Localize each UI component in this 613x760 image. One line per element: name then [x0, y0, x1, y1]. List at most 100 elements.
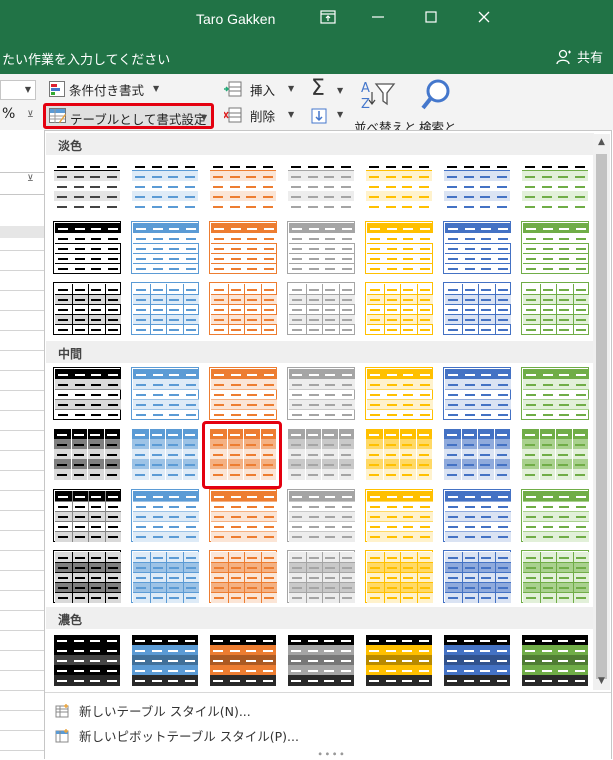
table-style-med2-gold[interactable] [365, 428, 433, 481]
person-icon [556, 49, 571, 64]
maximize-icon[interactable] [419, 8, 443, 32]
table-style-light2-gold[interactable] [365, 221, 433, 274]
table-style-light2-orange[interactable] [209, 221, 277, 274]
table-style-med4-navy[interactable] [443, 550, 511, 603]
section-header-medium: 中間 [46, 341, 594, 363]
table-style-light1-gray[interactable] [287, 160, 355, 213]
table-style-light3-orange[interactable] [209, 282, 277, 335]
number-dialog-launcher-icon[interactable]: ⊻ [27, 110, 34, 120]
sort-filter-button[interactable]: AZ 並べ替えと [354, 78, 417, 135]
table-style-dark1-black[interactable] [53, 634, 121, 687]
table-style-med2-black[interactable] [53, 428, 121, 481]
table-format-icon [49, 108, 66, 123]
table-style-med3-navy[interactable] [443, 489, 511, 542]
fill-button[interactable]: ▼ [311, 108, 343, 128]
table-style-med1-orange[interactable] [209, 367, 277, 420]
scroll-down-icon[interactable]: ▼ [593, 673, 610, 690]
table-style-light3-navy[interactable] [443, 282, 511, 335]
sheet-row-line [0, 490, 44, 491]
table-style-med2-orange[interactable] [209, 428, 277, 481]
sheet-row-line [0, 590, 44, 591]
table-style-med1-blue[interactable] [131, 367, 199, 420]
table-style-light1-navy[interactable] [443, 160, 511, 213]
share-button[interactable]: 共有 [556, 47, 603, 66]
table-style-med4-green[interactable] [521, 550, 589, 603]
sheet-row-line [0, 710, 44, 711]
table-style-med1-navy[interactable] [443, 367, 511, 420]
sheet-row-line [0, 270, 44, 271]
table-style-med3-black[interactable] [53, 489, 121, 542]
ribbon-display-icon[interactable] [316, 8, 340, 32]
find-select-button[interactable]: 検索と [416, 78, 458, 135]
table-style-light1-black[interactable] [53, 160, 121, 213]
scroll-thumb[interactable] [596, 154, 607, 679]
sheet-row-line [0, 310, 44, 311]
scroll-up-icon[interactable]: ▲ [593, 134, 610, 151]
sheet-row-line [0, 550, 44, 551]
gallery-scrollbar[interactable]: ▲ ▼ [593, 134, 610, 690]
insert-icon [224, 81, 242, 97]
number-format-dropdown[interactable]: ▼ [0, 80, 36, 100]
table-style-med1-gold[interactable] [365, 367, 433, 420]
table-style-gallery: 淡色 中間 濃色 [44, 130, 612, 759]
table-style-med4-black[interactable] [53, 550, 121, 603]
table-style-light1-gold[interactable] [365, 160, 433, 213]
table-style-med3-gray[interactable] [287, 489, 355, 542]
table-style-light1-green[interactable] [521, 160, 589, 213]
styles-dialog-launcher-icon[interactable]: ⊻ [27, 174, 34, 184]
sheet-row-line [0, 250, 44, 251]
table-style-light3-gray[interactable] [287, 282, 355, 335]
table-style-med2-gray[interactable] [287, 428, 355, 481]
table-style-dark1-gray[interactable] [287, 634, 355, 687]
table-style-light1-orange[interactable] [209, 160, 277, 213]
format-as-table-button[interactable]: テーブルとして書式設定 ▼ [43, 103, 214, 129]
table-style-light2-black[interactable] [53, 221, 121, 274]
table-style-med4-gold[interactable] [365, 550, 433, 603]
close-icon[interactable] [472, 8, 496, 32]
sheet-row-line [0, 470, 44, 471]
minimize-icon[interactable] [366, 8, 390, 32]
table-style-light3-black[interactable] [53, 282, 121, 335]
table-style-light3-blue[interactable] [131, 282, 199, 335]
table-style-dark1-gold[interactable] [365, 634, 433, 687]
table-style-light2-gray[interactable] [287, 221, 355, 274]
new-table-style-menu-item[interactable]: 新しいテーブル スタイル(N)... [55, 701, 251, 720]
table-style-light3-green[interactable] [521, 282, 589, 335]
tell-me-input[interactable]: たい作業を入力してください [2, 49, 170, 68]
tell-me-bar: たい作業を入力してください 共有 [0, 40, 613, 74]
table-style-med4-orange[interactable] [209, 550, 277, 603]
worksheet-fragment: ⊻ [0, 130, 44, 760]
table-style-dark1-orange[interactable] [209, 634, 277, 687]
table-style-med3-green[interactable] [521, 489, 589, 542]
sigma-icon: Σ [311, 76, 325, 101]
table-style-med3-orange[interactable] [209, 489, 277, 542]
sheet-row-line [0, 350, 44, 351]
table-style-med1-gray[interactable] [287, 367, 355, 420]
table-style-med1-green[interactable] [521, 367, 589, 420]
new-pivot-style-menu-item[interactable]: 新しいピボットテーブル スタイル(P)... [55, 726, 299, 745]
table-style-light2-blue[interactable] [131, 221, 199, 274]
table-style-med2-navy[interactable] [443, 428, 511, 481]
table-style-med3-gold[interactable] [365, 489, 433, 542]
table-style-light3-gold[interactable] [365, 282, 433, 335]
table-style-light2-navy[interactable] [443, 221, 511, 274]
table-style-dark1-green[interactable] [521, 634, 589, 687]
percent-button[interactable]: % [2, 106, 15, 122]
gallery-footer: 新しいテーブル スタイル(N)... 新しいピボットテーブル スタイル(P)..… [45, 692, 611, 760]
table-style-dark1-navy[interactable] [443, 634, 511, 687]
table-style-med2-blue[interactable] [131, 428, 199, 481]
svg-text:Z: Z [361, 97, 370, 112]
magnifier-icon [421, 79, 450, 110]
table-style-light2-green[interactable] [521, 221, 589, 274]
sort-filter-icon: AZ [361, 81, 396, 112]
window-title: Taro Gakken [196, 11, 276, 27]
table-style-med4-blue[interactable] [131, 550, 199, 603]
resize-grip-icon[interactable]: ∙∙∙∙ [317, 749, 346, 760]
table-style-med4-gray[interactable] [287, 550, 355, 603]
table-style-med2-green[interactable] [521, 428, 589, 481]
table-style-dark1-blue[interactable] [131, 634, 199, 687]
table-style-light1-blue[interactable] [131, 160, 199, 213]
sheet-row-line [0, 650, 44, 651]
table-style-med3-blue[interactable] [131, 489, 199, 542]
table-style-med1-black[interactable] [53, 367, 121, 420]
